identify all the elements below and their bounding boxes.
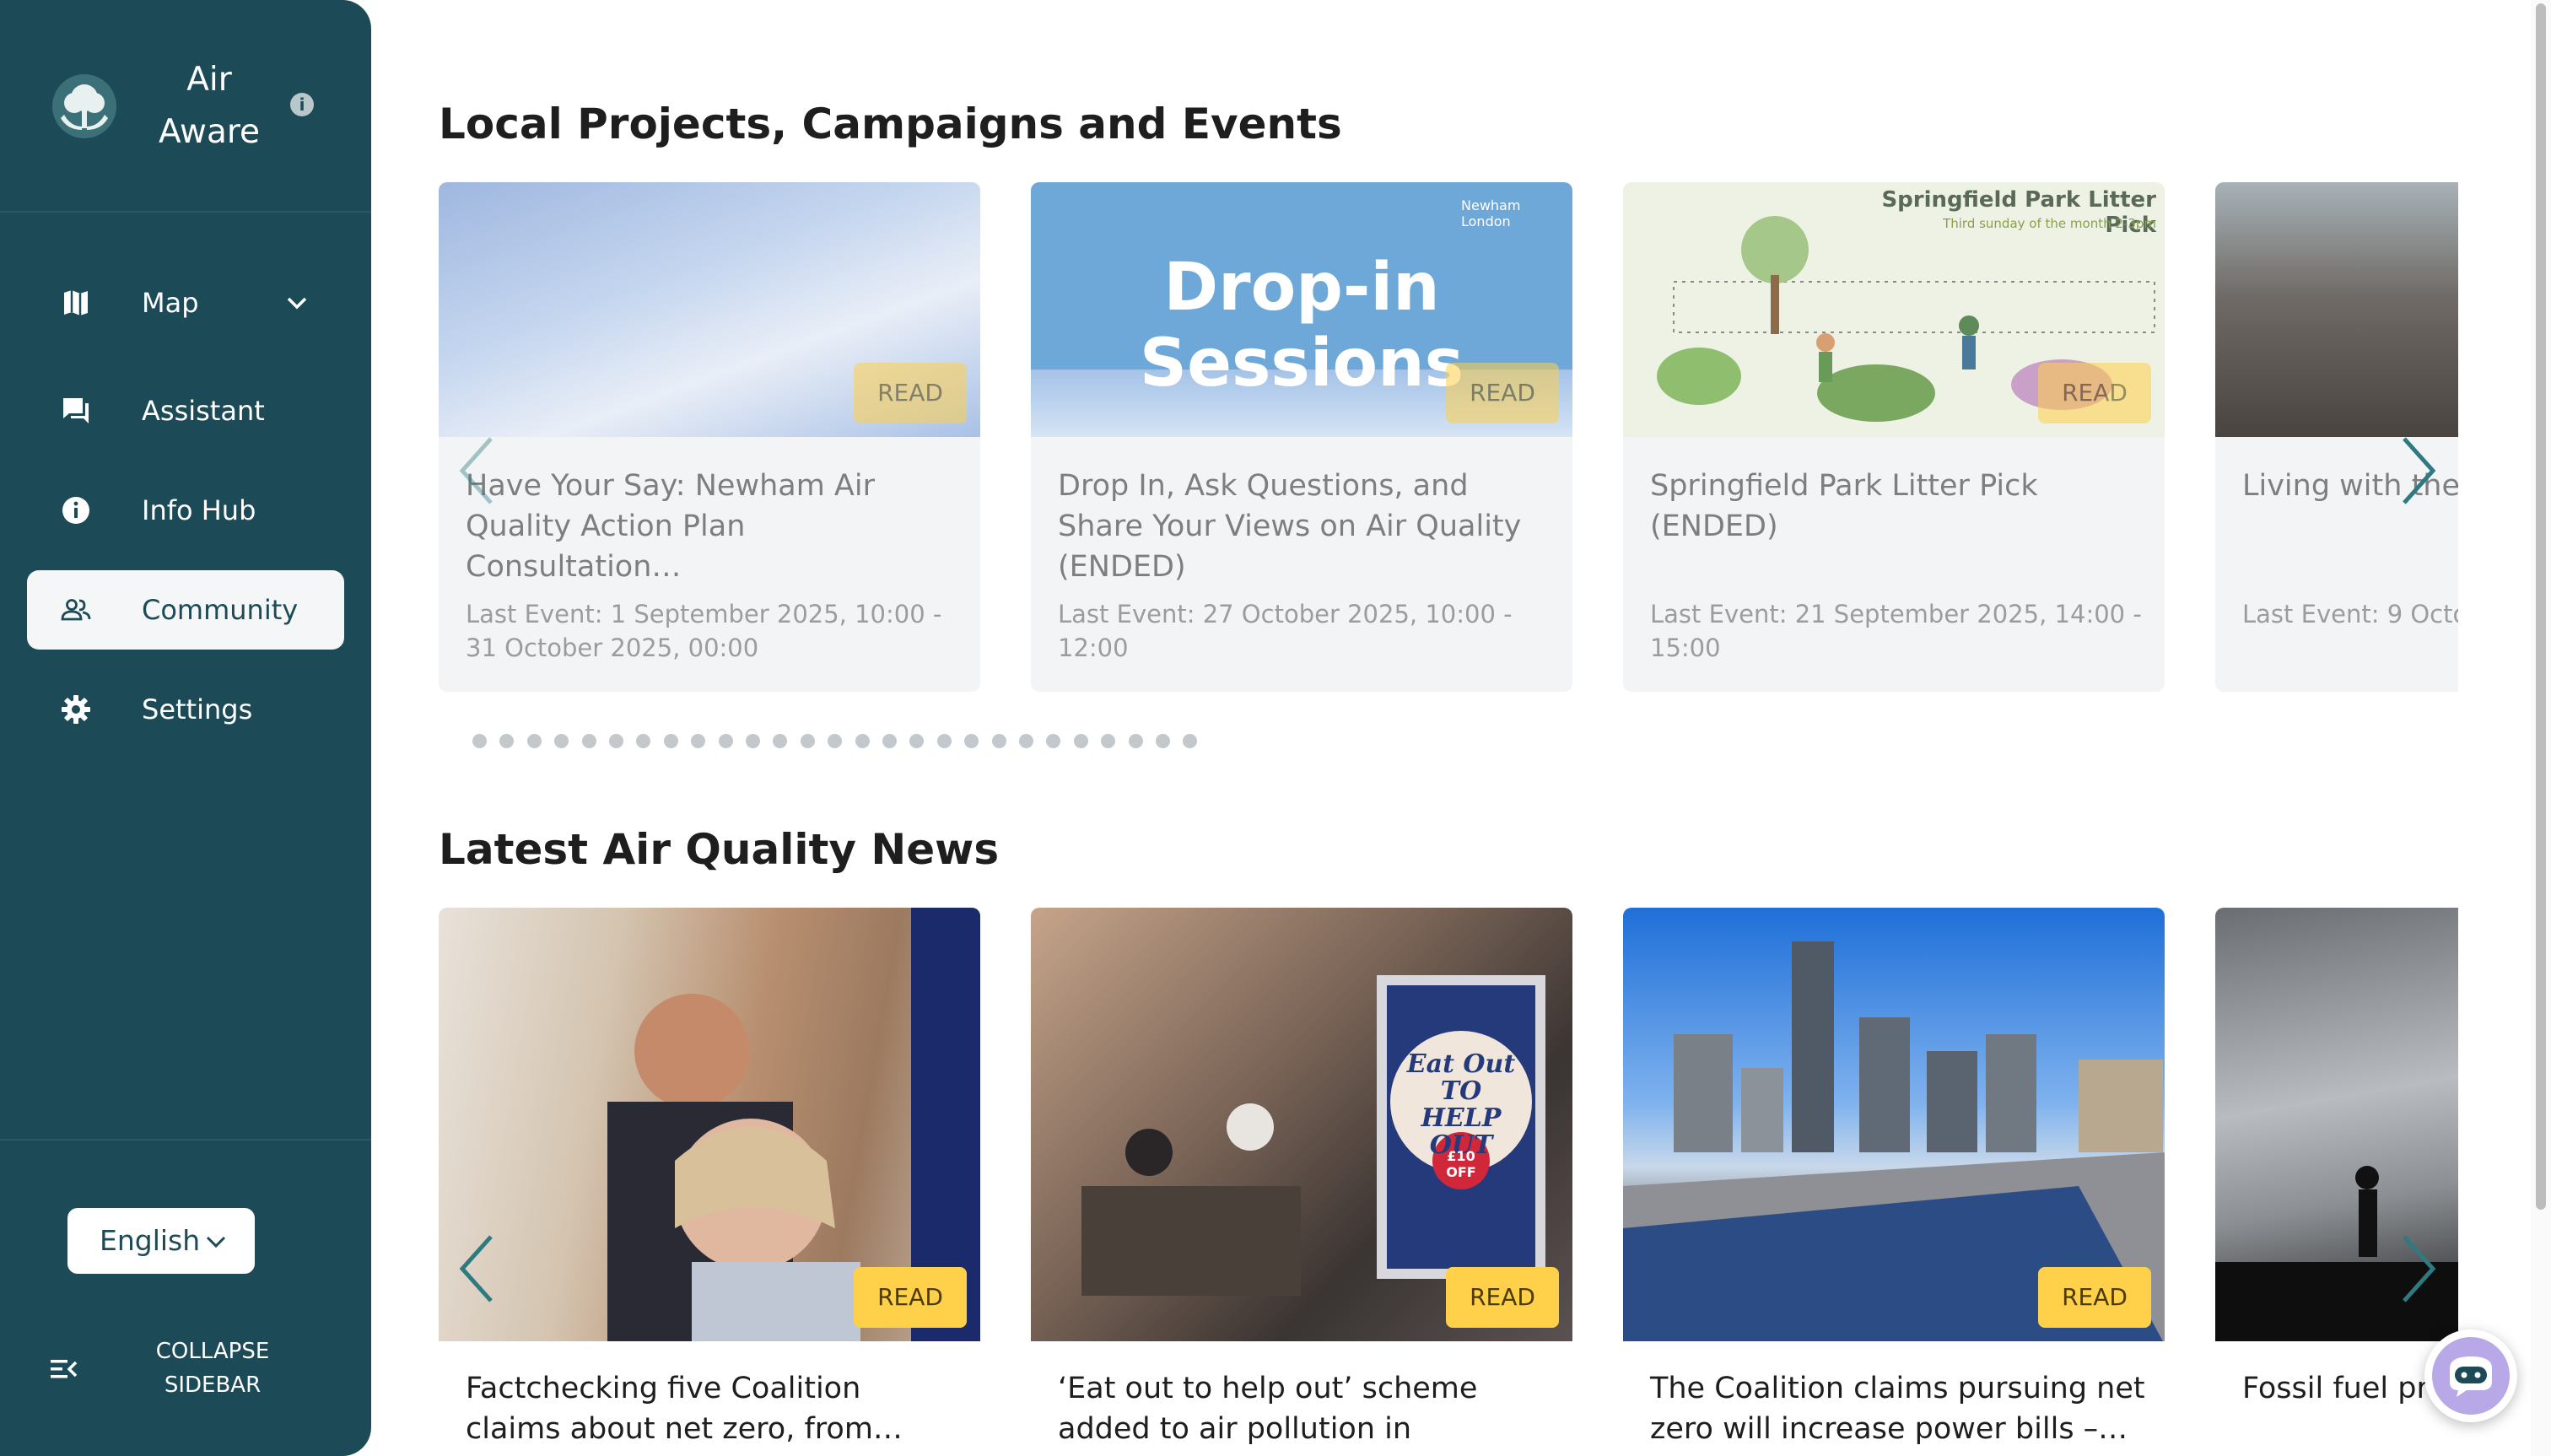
sidebar-item-info-hub[interactable]: Info Hub: [27, 471, 344, 550]
sidebar-item-label: Info Hub: [142, 494, 256, 526]
pagination-dot[interactable]: [855, 734, 870, 748]
chevron-down-icon: [206, 1236, 226, 1248]
pagination-dot[interactable]: [526, 734, 542, 748]
card-title: Have Your Say: Newham Air Quality Action…: [466, 469, 875, 584]
scrollbar-thumb[interactable]: [2536, 3, 2546, 1210]
chevron-down-icon[interactable]: [280, 286, 314, 320]
pagination-dot[interactable]: [746, 734, 760, 748]
news-next-arrow-icon[interactable]: [2392, 1228, 2443, 1309]
pagination-dot[interactable]: [1073, 734, 1088, 748]
pagination-dot[interactable]: [1156, 734, 1170, 748]
read-button[interactable]: READ: [854, 1267, 967, 1328]
read-button[interactable]: READ: [2038, 1267, 2151, 1328]
collapse-label-line1: COLLAPSE: [155, 1339, 270, 1364]
pagination-dot[interactable]: [1183, 734, 1198, 748]
info-icon: [62, 497, 89, 524]
project-card[interactable]: READ Have Your Say: Newham Air Quality A…: [439, 182, 980, 692]
pagination-dot[interactable]: [691, 734, 706, 748]
sidebar-item-label: Map: [142, 287, 199, 319]
card-image-sign: Eat Out TO HELP OUT: [1406, 1049, 1516, 1160]
language-label: English: [100, 1224, 201, 1257]
sidebar-item-settings[interactable]: Settings: [27, 670, 344, 749]
people-icon: [61, 599, 91, 621]
pagination-dot[interactable]: [581, 734, 596, 748]
pagination-dot[interactable]: [472, 734, 487, 748]
pagination-dot[interactable]: [882, 734, 897, 748]
pagination-dot[interactable]: [936, 734, 952, 748]
about-info-icon[interactable]: i: [290, 93, 314, 116]
projects-next-arrow-icon[interactable]: [2392, 430, 2443, 511]
card-title: Drop In, Ask Questions, and Share Your V…: [1058, 469, 1522, 584]
read-button[interactable]: READ: [1446, 363, 1559, 423]
read-button[interactable]: READ: [854, 363, 967, 423]
gear-icon: [62, 695, 90, 724]
card-image: [2215, 182, 2458, 437]
card-subtitle: Last Event: 21 September 2025, 14:00 - 1…: [1650, 600, 2142, 662]
pagination-dot[interactable]: [663, 734, 678, 748]
page-scrollbar[interactable]: [2531, 0, 2551, 1456]
brand-header: Air Aware i: [0, 0, 371, 213]
pagination-dot[interactable]: [1046, 734, 1061, 748]
app-title-line1: Air: [186, 61, 232, 99]
news-heading: Latest Air Quality News: [439, 825, 1000, 874]
project-card[interactable]: Springfield Park Litter Pick Third sunda…: [1623, 182, 2165, 692]
card-title: Springfield Park Litter Pick (ENDED): [1650, 469, 2038, 543]
news-card[interactable]: READ The Coalition claims pursuing net z…: [1623, 908, 2165, 1456]
projects-prev-arrow-icon[interactable]: [452, 430, 503, 511]
card-title: ‘Eat out to help out’ scheme added to ai…: [1058, 1372, 1478, 1456]
sidebar-item-assistant[interactable]: Assistant: [27, 371, 344, 450]
chatbot-button[interactable]: [2424, 1329, 2517, 1422]
chat-icon: [63, 398, 89, 423]
pagination-dot[interactable]: [964, 734, 979, 748]
sidebar-item-label: Community: [142, 594, 299, 626]
pagination-dot[interactable]: [909, 734, 925, 748]
card-subtitle: Last Event: 9 Octob: [2242, 600, 2458, 628]
collapse-sidebar-icon[interactable]: [49, 1355, 79, 1383]
pagination-dot[interactable]: [499, 734, 515, 748]
pagination-dot[interactable]: [773, 734, 788, 748]
read-button[interactable]: READ: [2038, 363, 2151, 423]
card-image-price: £10 OFF: [1446, 1148, 1476, 1180]
news-prev-arrow-icon[interactable]: [452, 1228, 503, 1309]
read-button[interactable]: READ: [1446, 1267, 1559, 1328]
sidebar-item-label: Settings: [142, 693, 253, 725]
pagination-dot[interactable]: [828, 734, 843, 748]
sidebar: Air Aware i Map Assistant Info Hub Commu…: [0, 0, 371, 1456]
tree-logo-icon: [52, 74, 116, 138]
collapse-sidebar-button[interactable]: COLLAPSE SIDEBAR: [135, 1335, 290, 1402]
newham-logo: Newham London: [1461, 197, 1521, 229]
sidebar-item-community[interactable]: Community: [27, 570, 344, 650]
news-carousel: READ Factchecking five Coalition claims …: [439, 908, 2458, 1456]
sidebar-item-map[interactable]: Map: [27, 263, 344, 342]
news-card[interactable]: Eat Out TO HELP OUT £10 OFF READ ‘Eat ou…: [1031, 908, 1572, 1456]
pagination-dot[interactable]: [554, 734, 569, 748]
pagination-dot[interactable]: [800, 734, 815, 748]
card-title: Factchecking five Coalition claims about…: [466, 1372, 903, 1446]
pagination-dot[interactable]: [991, 734, 1006, 748]
projects-carousel: READ Have Your Say: Newham Air Quality A…: [439, 182, 2458, 692]
pagination-dot[interactable]: [1101, 734, 1116, 748]
sidebar-item-label: Assistant: [142, 395, 265, 427]
card-subtitle: Last Event: 1 September 2025, 10:00 - 31…: [466, 600, 942, 662]
language-select[interactable]: English: [67, 1208, 255, 1274]
bot-icon: [2432, 1337, 2510, 1415]
news-card[interactable]: READ Factchecking five Coalition claims …: [439, 908, 980, 1456]
app-title: Air Aware: [127, 54, 292, 159]
projects-heading: Local Projects, Campaigns and Events: [439, 100, 1342, 148]
collapse-label-line2: SIDEBAR: [164, 1372, 262, 1398]
project-card[interactable]: Drop-in Sessions Newham London READ Drop…: [1031, 182, 1572, 692]
pagination-dot[interactable]: [636, 734, 651, 748]
pagination-dot[interactable]: [1019, 734, 1033, 748]
pagination-dot[interactable]: [718, 734, 733, 748]
pagination-dot[interactable]: [609, 734, 623, 748]
pagination-dot[interactable]: [1128, 734, 1143, 748]
news-card[interactable]: Fossil fuel pro world threaten: [2215, 908, 2458, 1456]
sidebar-divider: [0, 1139, 371, 1141]
card-subtitle: Last Event: 27 October 2025, 10:00 - 12:…: [1058, 600, 1513, 662]
card-title: The Coalition claims pursuing net zero w…: [1650, 1372, 2145, 1446]
map-icon: [64, 290, 88, 315]
app-title-line2: Aware: [158, 113, 261, 151]
